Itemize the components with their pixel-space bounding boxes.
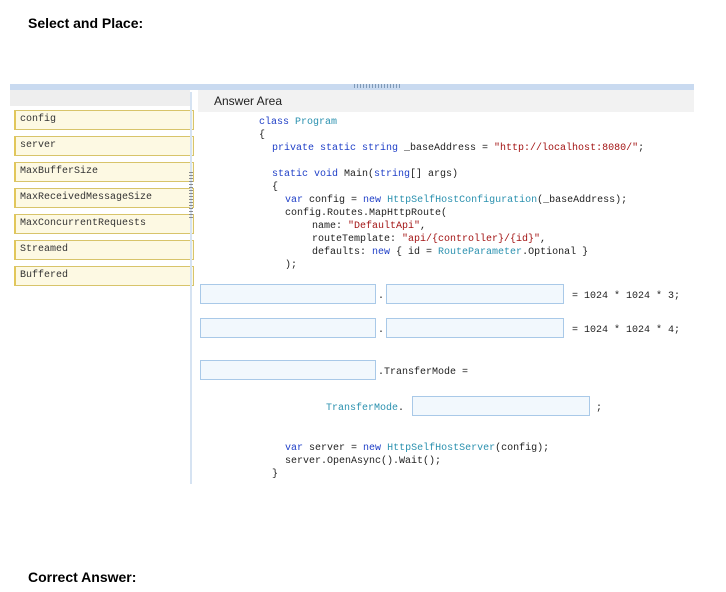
- code-text: defaults:: [312, 247, 373, 258]
- code-line-close: );: [285, 259, 297, 272]
- code-type: HttpSelfHostConfiguration: [387, 195, 538, 206]
- code-string: "api/{controller}/{id}": [402, 234, 541, 245]
- code-line-defaults: defaults: new { id = RouteParameter.Opti…: [312, 246, 588, 259]
- code-keyword: new: [372, 247, 391, 258]
- code-text: );: [285, 260, 298, 271]
- drop-slot-2a[interactable]: [200, 318, 376, 338]
- option-server[interactable]: server: [14, 136, 194, 156]
- code-text: config =: [303, 195, 364, 206]
- code-type: HttpSelfHostServer: [387, 443, 496, 454]
- drop-slot-2b[interactable]: [386, 318, 564, 338]
- code-keyword: string: [374, 169, 411, 180]
- option-maxreceivedmessagesize[interactable]: MaxReceivedMessageSize: [14, 188, 194, 208]
- code-line-route-template: routeTemplate: "api/{controller}/{id}",: [312, 233, 546, 246]
- code-text: [] args): [410, 169, 459, 180]
- drop-slot-1a[interactable]: [200, 284, 376, 304]
- code-transfer-mode: .TransferMode =: [378, 367, 469, 378]
- code-string: "http://localhost:8080/": [494, 143, 639, 154]
- option-maxbuffersize[interactable]: MaxBufferSize: [14, 162, 194, 182]
- drop-slot-3[interactable]: [200, 360, 376, 380]
- code-line-base-address: private static string _baseAddress = "ht…: [272, 142, 644, 155]
- code-line-main: static void Main(string[] args): [272, 168, 458, 181]
- answer-area-header: Answer Area: [198, 90, 694, 112]
- splitter-handle-icon[interactable]: [189, 172, 193, 218]
- code-text: name:: [312, 221, 349, 232]
- code-keyword: new: [363, 195, 382, 206]
- panel-divider: [190, 92, 192, 484]
- code-text: (config);: [495, 443, 550, 454]
- code-text: {: [272, 182, 279, 193]
- code-keyword: class: [259, 117, 290, 128]
- code-keyword: new: [363, 443, 382, 454]
- code-text: { id =: [390, 247, 439, 258]
- code-line-close-brace: }: [272, 468, 278, 481]
- code-semicolon: ;: [596, 403, 603, 414]
- code-transfer-mode-type: TransferMode.: [326, 402, 404, 415]
- option-streamed[interactable]: Streamed: [14, 240, 194, 260]
- code-text: {: [259, 130, 266, 141]
- option-buffered[interactable]: Buffered: [14, 266, 194, 286]
- resize-grip-icon[interactable]: [354, 84, 400, 88]
- code-text: config.Routes.MapHttpRoute(: [285, 208, 448, 219]
- code-text: ,: [540, 234, 547, 245]
- options-panel-header: [10, 90, 190, 106]
- code-text: ;: [638, 143, 645, 154]
- code-text: server.OpenAsync().Wait();: [285, 456, 442, 467]
- code-assign-4: = 1024 * 1024 * 4;: [572, 325, 681, 336]
- code-text: routeTemplate:: [312, 234, 403, 245]
- code-text: Main(: [338, 169, 375, 180]
- code-type: Program: [295, 117, 338, 128]
- code-keyword: var: [285, 443, 304, 454]
- page-heading-correct-answer: Correct Answer:: [28, 569, 137, 585]
- code-keyword: var: [285, 195, 304, 206]
- code-text: .Optional }: [522, 247, 589, 258]
- options-panel: config server MaxBufferSize MaxReceivedM…: [10, 90, 194, 490]
- code-line-server: var server = new HttpSelfHostServer(conf…: [285, 442, 549, 455]
- code-line-open-async: server.OpenAsync().Wait();: [285, 455, 441, 468]
- option-maxconcurrentrequests[interactable]: MaxConcurrentRequests: [14, 214, 194, 234]
- drop-slot-4[interactable]: [412, 396, 590, 416]
- code-type: TransferMode: [326, 403, 399, 414]
- code-line-brace: {: [272, 181, 278, 194]
- code-assign-3: = 1024 * 1024 * 3;: [572, 291, 681, 302]
- code-type: RouteParameter: [438, 247, 523, 258]
- drop-slot-1b[interactable]: [386, 284, 564, 304]
- code-text: .: [398, 403, 405, 414]
- code-text: server =: [303, 443, 364, 454]
- page-heading-select-and-place: Select and Place:: [28, 15, 144, 31]
- code-keyword: static void: [272, 169, 339, 180]
- code-dot: .: [378, 291, 385, 302]
- code-text: }: [272, 469, 279, 480]
- code-line-map-route: config.Routes.MapHttpRoute(: [285, 207, 447, 220]
- code-text: (_baseAddress);: [537, 195, 628, 206]
- code-text: ,: [420, 221, 427, 232]
- code-dot: .: [378, 325, 385, 336]
- option-config[interactable]: config: [14, 110, 194, 130]
- code-line-class: class Program: [259, 116, 337, 129]
- code-line-config: var config = new HttpSelfHostConfigurati…: [285, 194, 627, 207]
- answer-area-title: Answer Area: [214, 94, 283, 108]
- code-line-brace: {: [259, 129, 265, 142]
- code-line-name: name: "DefaultApi",: [312, 220, 426, 233]
- code-text: _baseAddress =: [398, 143, 495, 154]
- code-keyword: private static string: [272, 143, 399, 154]
- code-string: "DefaultApi": [348, 221, 421, 232]
